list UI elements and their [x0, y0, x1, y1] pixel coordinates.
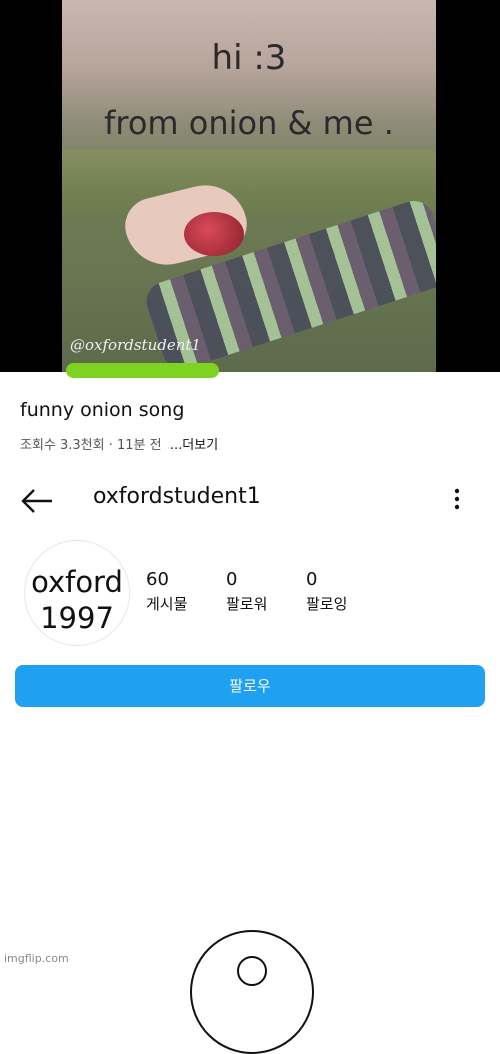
video-player[interactable]: hi :3 from onion & me . @oxfordstudent1 — [0, 0, 500, 378]
following-label: 팔로잉 — [306, 595, 348, 613]
video-watermark: @oxfordstudent1 — [70, 336, 201, 354]
more-vertical-icon[interactable] — [446, 486, 468, 514]
back-arrow-icon[interactable] — [20, 484, 54, 518]
avatar-text-line2: 1997 — [40, 601, 114, 635]
profile-username: oxfordstudent1 — [93, 484, 261, 509]
posts-count: 60 — [146, 569, 169, 590]
follow-button[interactable]: 팔로우 — [15, 665, 485, 707]
camera-lens-icon — [237, 956, 267, 986]
video-caption-line2: from onion & me . — [104, 104, 394, 142]
more-link[interactable]: ...더보기 — [170, 438, 218, 453]
video-meta: 조회수 3.3천회 · 11분 전 ...더보기 — [20, 434, 218, 453]
view-count-and-time: 조회수 3.3천회 · 11분 전 — [20, 438, 162, 453]
followers-label: 팔로워 — [226, 595, 268, 613]
green-highlight-mark — [66, 363, 219, 378]
video-title: funny onion song — [20, 399, 185, 421]
following-count: 0 — [306, 569, 318, 590]
following-stat[interactable]: 0 팔로잉 — [306, 569, 347, 614]
video-frame[interactable]: hi :3 from onion & me . @oxfordstudent1 — [62, 0, 436, 372]
avatar[interactable]: oxford 1997 — [24, 540, 130, 646]
posts-stat[interactable]: 60 게시물 — [146, 569, 187, 614]
camera-circle-icon — [190, 930, 314, 1054]
imgflip-watermark: imgflip.com — [4, 952, 69, 965]
avatar-text-line1: oxford — [31, 565, 123, 599]
video-field-bg — [62, 150, 436, 210]
followers-stat[interactable]: 0 팔로워 — [226, 569, 267, 614]
followers-count: 0 — [226, 569, 238, 590]
posts-label: 게시물 — [146, 595, 188, 613]
onion-image — [184, 212, 244, 256]
video-caption-line1: hi :3 — [211, 38, 287, 78]
